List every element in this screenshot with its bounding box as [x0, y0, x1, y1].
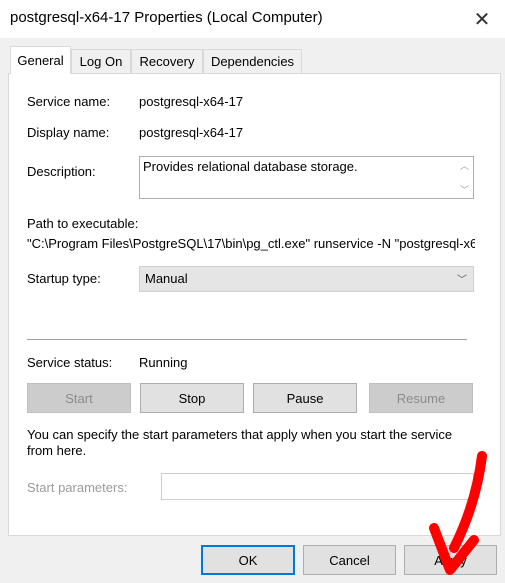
description-label: Description:	[27, 164, 96, 179]
title-bar: postgresql-x64-17 Properties (Local Comp…	[0, 0, 505, 38]
tab-label: Log On	[79, 54, 123, 69]
service-name-value: postgresql-x64-17	[139, 94, 244, 109]
window-title: postgresql-x64-17 Properties (Local Comp…	[10, 9, 323, 26]
cancel-button[interactable]: Cancel	[303, 545, 396, 575]
display-name-value: postgresql-x64-17	[139, 125, 244, 140]
tab-label: Recovery	[139, 54, 195, 69]
startup-type-label: Startup type:	[27, 271, 101, 286]
start-button-label: Start	[65, 390, 93, 406]
tab-log-on[interactable]: Log On	[71, 49, 131, 73]
cancel-button-label: Cancel	[329, 552, 370, 568]
tab-label: Dependencies	[210, 54, 295, 69]
tab-general[interactable]: General	[10, 46, 71, 74]
ok-button-label: OK	[238, 552, 258, 568]
service-status-value: Running	[139, 355, 188, 370]
start-button[interactable]: Start	[27, 383, 131, 413]
tab-recovery[interactable]: Recovery	[131, 49, 203, 73]
service-status-label: Service status:	[27, 355, 113, 370]
pause-button-label: Pause	[286, 390, 324, 406]
path-value: "C:\Program Files\PostgreSQL\17\bin\pg_c…	[27, 236, 475, 251]
scroll-down-icon[interactable]: ﹀	[460, 183, 469, 196]
description-field[interactable]: Provides relational database storage. ︿ …	[139, 156, 474, 199]
path-label: Path to executable:	[27, 216, 139, 231]
close-icon: ✕	[473, 8, 491, 31]
tab-label: General	[17, 53, 64, 68]
description-text: Provides relational database storage.	[143, 159, 358, 174]
resume-button-label: Resume	[396, 390, 446, 406]
description-scrollbar[interactable]: ︿ ﹀	[457, 157, 473, 198]
tab-dependencies[interactable]: Dependencies	[203, 49, 302, 73]
divider	[27, 339, 467, 340]
startup-type-value: Manual	[145, 271, 188, 286]
startup-type-dropdown[interactable]: Manual ﹀	[139, 266, 474, 292]
start-params-note: You can specify the start parameters tha…	[27, 427, 453, 458]
stop-button-label: Stop	[178, 390, 206, 406]
display-name-label: Display name:	[27, 125, 110, 140]
service-name-label: Service name:	[27, 94, 111, 109]
path-to-executable-field[interactable]: "C:\Program Files\PostgreSQL\17\bin\pg_c…	[27, 236, 475, 254]
stop-button[interactable]: Stop	[140, 383, 244, 413]
ok-button[interactable]: OK	[201, 545, 295, 575]
scroll-up-icon[interactable]: ︿	[460, 159, 469, 172]
pause-button[interactable]: Pause	[253, 383, 357, 413]
annotation-arrow-icon	[429, 451, 487, 575]
chevron-down-icon: ﹀	[457, 275, 467, 286]
close-button[interactable]: ✕	[459, 0, 505, 38]
start-params-label: Start parameters:	[27, 480, 128, 495]
properties-dialog: postgresql-x64-17 Properties (Local Comp…	[0, 0, 505, 583]
resume-button[interactable]: Resume	[369, 383, 473, 413]
